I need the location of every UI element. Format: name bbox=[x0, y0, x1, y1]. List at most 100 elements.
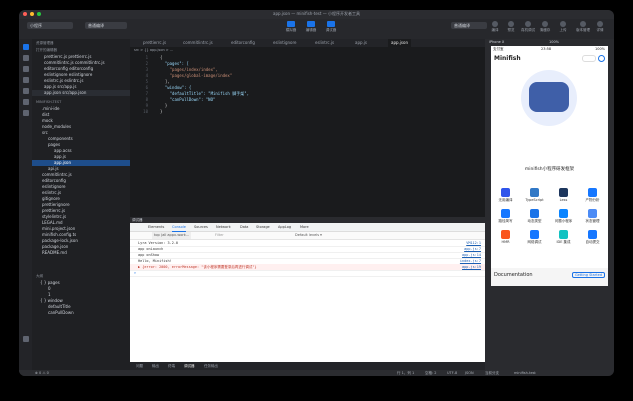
close-mini-program-icon[interactable] bbox=[598, 55, 605, 62]
feature-item[interactable]: TypeScript bbox=[520, 186, 549, 206]
git-icon[interactable] bbox=[22, 66, 29, 72]
compile-label: 编译 bbox=[491, 28, 499, 32]
getting-started-button[interactable]: Getting Started bbox=[571, 272, 605, 278]
feature-item[interactable]: 问题小程序 bbox=[549, 207, 578, 227]
tab-prettierrc[interactable]: prettierrc.js bbox=[140, 39, 169, 47]
debugger-toggle-button[interactable]: 调试器 bbox=[324, 21, 338, 33]
tab-elements[interactable]: Elements bbox=[148, 223, 164, 231]
extensions-icon[interactable] bbox=[22, 88, 29, 94]
device-select[interactable]: iPhone X bbox=[489, 40, 504, 44]
tab-more[interactable]: More bbox=[300, 223, 309, 231]
tab-eslintrc[interactable]: eslintrc.js bbox=[312, 39, 337, 47]
debug-icon[interactable] bbox=[22, 77, 29, 83]
tab-sources[interactable]: Sources bbox=[194, 223, 208, 231]
editor-label: 编辑器 bbox=[305, 28, 317, 32]
compile-button[interactable]: 编译 bbox=[489, 21, 501, 33]
console-prompt[interactable]: > bbox=[130, 270, 485, 277]
feature-icon bbox=[501, 188, 510, 197]
encoding[interactable]: UTF-8 bbox=[447, 370, 457, 376]
console-text: ▶ {error: 2000, errorMessage: "该小程序需要登录后… bbox=[138, 265, 257, 269]
tab-output[interactable]: 输出 bbox=[152, 362, 159, 370]
feature-item[interactable]: 无用编译 bbox=[491, 186, 520, 206]
menu-capsule[interactable] bbox=[582, 55, 596, 62]
feature-label: IDE 集成 bbox=[556, 240, 571, 244]
tab-applog[interactable]: AppLog bbox=[278, 223, 291, 231]
preview-icon bbox=[508, 21, 514, 27]
code-line: "pages/index/index", bbox=[160, 67, 218, 72]
simulator-panel: iPhone X 100% 支付宝 23:58 100% Minifish mi… bbox=[485, 39, 614, 370]
version-button[interactable]: 版本管理 bbox=[575, 21, 591, 33]
outline-item[interactable]: canPullDown bbox=[32, 310, 146, 316]
files-icon[interactable] bbox=[22, 44, 29, 50]
compile-icon bbox=[492, 21, 498, 27]
tab-console[interactable]: Console bbox=[172, 223, 186, 232]
battery: 100% bbox=[594, 47, 605, 51]
npm-icon[interactable] bbox=[22, 99, 29, 105]
tab-storage[interactable]: Storage bbox=[256, 223, 270, 231]
breadcrumb[interactable]: src > {} app.json > ... bbox=[130, 47, 489, 53]
console-text: Hello, Minifish! bbox=[138, 259, 172, 263]
tab-data[interactable]: Data bbox=[240, 223, 248, 231]
console-filter-bar: top (all appx-work... Filter Default lev… bbox=[130, 232, 485, 240]
branch-label[interactable]: 当前分支 bbox=[485, 370, 499, 376]
cloud-icon[interactable] bbox=[22, 110, 29, 116]
feature-item[interactable]: 动态类型 bbox=[520, 207, 549, 227]
indent-setting[interactable]: 空格: 2 bbox=[425, 370, 437, 376]
open-file-active[interactable]: app.json src/app.json bbox=[32, 90, 142, 96]
clear-cache-button[interactable]: 清缓存 bbox=[539, 21, 551, 33]
tree-file[interactable]: README.md bbox=[32, 250, 140, 256]
context-select[interactable]: top (all appx-work... bbox=[152, 232, 192, 239]
tab-editorconfig[interactable]: editorconfig bbox=[228, 39, 258, 47]
project-header[interactable]: MINIFISH-TEST bbox=[32, 99, 134, 105]
line-number: 2 bbox=[145, 61, 148, 66]
details-button[interactable]: 详情 bbox=[594, 21, 606, 33]
hero-title: minifish小程序研发框架 bbox=[524, 167, 575, 172]
tab-terminal[interactable]: 终端 bbox=[168, 362, 175, 370]
ide-window: app.json — minifish-test — 小程序开发者工具 小程序 … bbox=[19, 10, 614, 376]
code-line: "pages/global-image/index" bbox=[160, 73, 233, 78]
compile-mode-select[interactable]: 普通编译 bbox=[85, 22, 127, 29]
editor-toggle-button[interactable]: 编辑器 bbox=[304, 21, 318, 33]
feature-item[interactable]: Less bbox=[549, 186, 578, 206]
language-mode[interactable]: JSON bbox=[465, 370, 474, 376]
feature-item[interactable]: 路径简写 bbox=[491, 207, 520, 227]
tab-task-output[interactable]: 任务输出 bbox=[204, 362, 218, 370]
remote-debug-button[interactable]: 真机调试 bbox=[521, 21, 535, 33]
clock: 23:58 bbox=[541, 47, 552, 51]
upload-button[interactable]: 上传 bbox=[557, 21, 569, 33]
ide-icon bbox=[559, 230, 568, 239]
compile-select[interactable]: 普通编译 bbox=[451, 22, 487, 29]
open-editors-header[interactable]: 打开的编辑器 bbox=[32, 47, 134, 53]
filter-input[interactable]: Filter bbox=[215, 232, 224, 239]
line-number: 6 bbox=[145, 85, 148, 90]
tab-commitlintrc[interactable]: commitlintrc.js bbox=[180, 39, 216, 47]
feature-item[interactable]: IDE 集成 bbox=[549, 228, 578, 248]
simulator-toggle-button[interactable]: 模拟器 bbox=[284, 21, 298, 33]
feature-item[interactable]: 状态管理 bbox=[578, 207, 607, 227]
tab-app-json[interactable]: app.json bbox=[388, 39, 411, 47]
settings-gear-icon[interactable] bbox=[22, 336, 29, 342]
feature-item[interactable]: 自动提交 bbox=[578, 228, 607, 248]
code-line: { bbox=[160, 55, 163, 60]
tab-network[interactable]: Network bbox=[216, 223, 231, 231]
tab-eslintignore[interactable]: eslintignore bbox=[270, 39, 300, 47]
search-icon[interactable] bbox=[22, 55, 29, 61]
line-number: 9 bbox=[145, 103, 148, 108]
problems-count[interactable]: ⊗ 0 ⚠ 0 bbox=[35, 370, 49, 376]
project-mode-select[interactable]: 小程序 bbox=[27, 22, 73, 29]
feature-item[interactable]: 产物分析 bbox=[578, 186, 607, 206]
preview-button[interactable]: 预览 bbox=[505, 21, 517, 33]
zoom-select[interactable]: 100% bbox=[549, 40, 559, 44]
feature-item[interactable]: HMR bbox=[491, 228, 520, 248]
editor-icon bbox=[307, 21, 315, 27]
tab-app-js[interactable]: app.js bbox=[352, 39, 370, 47]
outline-header[interactable]: 大纲 bbox=[32, 273, 134, 279]
tab-problems[interactable]: 问题 bbox=[136, 362, 143, 370]
feature-item[interactable]: 网络调试 bbox=[520, 228, 549, 248]
outline-panel: 大纲 { } pages 0 1 { } window defaultTitle… bbox=[32, 272, 130, 370]
cts-icon bbox=[530, 209, 539, 218]
feature-label: Less bbox=[559, 198, 568, 202]
levels-select[interactable]: Default levels ▾ bbox=[295, 232, 322, 239]
cursor-position[interactable]: 行 1，列 1 bbox=[397, 370, 414, 376]
line-number: 3 bbox=[145, 67, 148, 72]
